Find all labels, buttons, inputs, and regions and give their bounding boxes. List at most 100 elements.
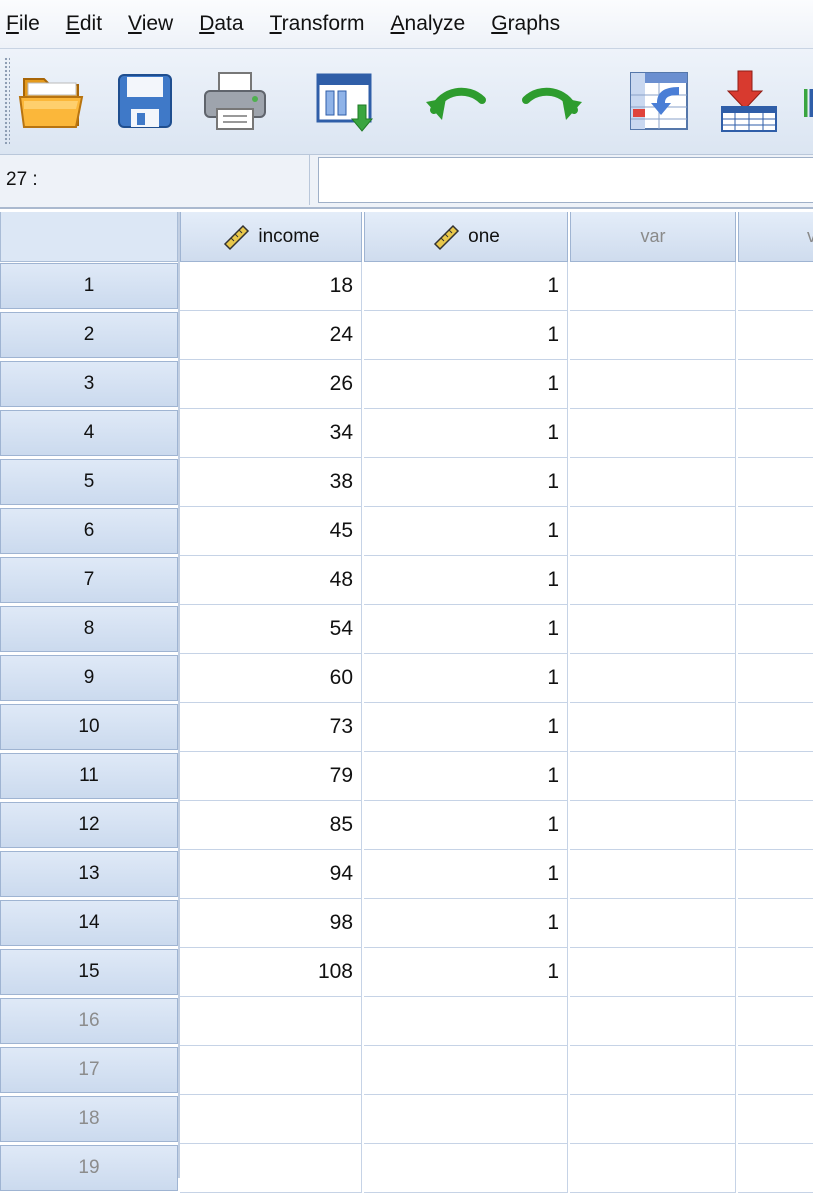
cell-income[interactable]: [180, 1095, 362, 1144]
cell-var-next[interactable]: [738, 556, 813, 605]
cell-var-next[interactable]: [738, 850, 813, 899]
row-header[interactable]: 19: [0, 1145, 178, 1191]
row-header[interactable]: 1: [0, 263, 178, 309]
cell-var[interactable]: [570, 948, 736, 997]
cell-one[interactable]: 1: [364, 703, 568, 752]
cell-one[interactable]: [364, 1046, 568, 1095]
cell-var[interactable]: [570, 850, 736, 899]
cell-var-next[interactable]: [738, 997, 813, 1046]
cell-var[interactable]: [570, 311, 736, 360]
row-header[interactable]: 4: [0, 410, 178, 456]
cell-var-next[interactable]: [738, 1046, 813, 1095]
more-toolbar-icon[interactable]: [804, 89, 813, 117]
row-header[interactable]: 13: [0, 851, 178, 897]
row-header[interactable]: 10: [0, 704, 178, 750]
row-header[interactable]: 8: [0, 606, 178, 652]
cell-one[interactable]: [364, 997, 568, 1046]
cell-one[interactable]: 1: [364, 556, 568, 605]
cell-one[interactable]: 1: [364, 409, 568, 458]
cell-one[interactable]: 1: [364, 850, 568, 899]
cell-one[interactable]: 1: [364, 948, 568, 997]
column-header-income[interactable]: income: [180, 212, 362, 262]
cell-one[interactable]: 1: [364, 654, 568, 703]
cell-var-next[interactable]: [738, 458, 813, 507]
row-header[interactable]: 3: [0, 361, 178, 407]
cell-var[interactable]: [570, 409, 736, 458]
print-button[interactable]: [198, 63, 272, 139]
cell-income[interactable]: 94: [180, 850, 362, 899]
cell-var[interactable]: [570, 556, 736, 605]
cell-one[interactable]: 1: [364, 458, 568, 507]
column-header-one[interactable]: one: [364, 212, 568, 262]
column-header-var-next[interactable]: v: [738, 212, 813, 262]
cell-var[interactable]: [570, 458, 736, 507]
goto-variable-button[interactable]: [712, 63, 786, 139]
undo-button[interactable]: [420, 63, 494, 139]
column-header-var[interactable]: var: [570, 212, 736, 262]
cell-var-next[interactable]: [738, 1144, 813, 1193]
cell-var-next[interactable]: [738, 752, 813, 801]
cell-income[interactable]: 73: [180, 703, 362, 752]
menu-edit[interactable]: Edit: [60, 0, 122, 48]
goto-case-button[interactable]: [622, 63, 696, 139]
row-header[interactable]: 18: [0, 1096, 178, 1142]
cell-income[interactable]: 48: [180, 556, 362, 605]
cell-income[interactable]: 54: [180, 605, 362, 654]
cell-one[interactable]: 1: [364, 605, 568, 654]
row-header[interactable]: 6: [0, 508, 178, 554]
cell-var[interactable]: [570, 801, 736, 850]
cell-var-next[interactable]: [738, 703, 813, 752]
menu-view[interactable]: View: [122, 0, 193, 48]
cell-var-next[interactable]: [738, 311, 813, 360]
cell-income[interactable]: 24: [180, 311, 362, 360]
cell-one[interactable]: 1: [364, 311, 568, 360]
row-header[interactable]: 5: [0, 459, 178, 505]
row-header[interactable]: 11: [0, 753, 178, 799]
cell-var-next[interactable]: [738, 1095, 813, 1144]
cell-income[interactable]: 18: [180, 262, 362, 311]
cell-var-next[interactable]: [738, 262, 813, 311]
cell-income[interactable]: 60: [180, 654, 362, 703]
cell-value-editor[interactable]: [318, 157, 813, 203]
cell-one[interactable]: 1: [364, 752, 568, 801]
cell-var[interactable]: [570, 997, 736, 1046]
cell-var[interactable]: [570, 262, 736, 311]
row-header[interactable]: 15: [0, 949, 178, 995]
cell-var-next[interactable]: [738, 948, 813, 997]
cell-income[interactable]: 38: [180, 458, 362, 507]
cell-one[interactable]: 1: [364, 262, 568, 311]
cell-var-next[interactable]: [738, 605, 813, 654]
menu-analyze[interactable]: Analyze: [385, 0, 486, 48]
cell-var[interactable]: [570, 703, 736, 752]
cell-income[interactable]: 85: [180, 801, 362, 850]
cell-income[interactable]: 45: [180, 507, 362, 556]
menu-transform[interactable]: Transform: [264, 0, 385, 48]
cell-var-next[interactable]: [738, 360, 813, 409]
cell-income[interactable]: [180, 997, 362, 1046]
row-header[interactable]: 14: [0, 900, 178, 946]
cell-one[interactable]: [364, 1144, 568, 1193]
cell-var[interactable]: [570, 752, 736, 801]
cell-income[interactable]: [180, 1144, 362, 1193]
row-header[interactable]: 17: [0, 1047, 178, 1093]
cell-var[interactable]: [570, 605, 736, 654]
row-header[interactable]: 16: [0, 998, 178, 1044]
cell-income[interactable]: 79: [180, 752, 362, 801]
menu-file[interactable]: File: [0, 0, 60, 48]
cell-income[interactable]: 34: [180, 409, 362, 458]
cell-var[interactable]: [570, 507, 736, 556]
grid-corner[interactable]: [0, 212, 178, 262]
cell-var[interactable]: [570, 654, 736, 703]
toolbar-grip[interactable]: [4, 57, 10, 145]
row-header[interactable]: 2: [0, 312, 178, 358]
cell-one[interactable]: 1: [364, 801, 568, 850]
cell-one[interactable]: 1: [364, 360, 568, 409]
open-button[interactable]: [16, 63, 90, 139]
cell-var[interactable]: [570, 1144, 736, 1193]
cell-var[interactable]: [570, 899, 736, 948]
row-header[interactable]: 12: [0, 802, 178, 848]
menu-data[interactable]: Data: [193, 0, 263, 48]
cell-var[interactable]: [570, 360, 736, 409]
row-header[interactable]: 9: [0, 655, 178, 701]
cell-var[interactable]: [570, 1046, 736, 1095]
